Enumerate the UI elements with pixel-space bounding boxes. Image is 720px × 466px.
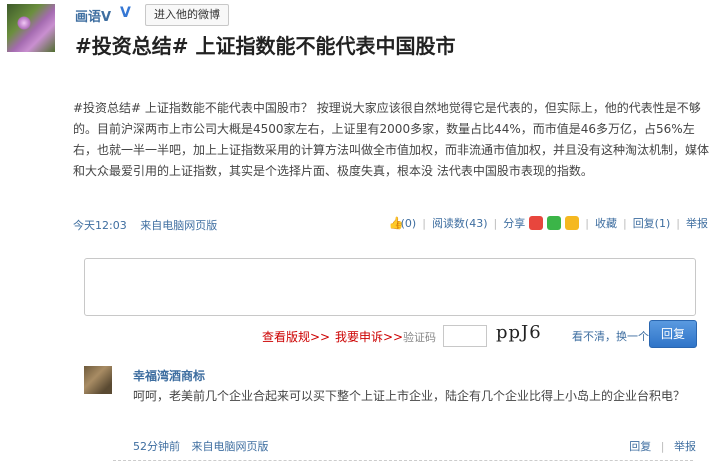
post-meta: 今天12:03 来自电脑网页版	[73, 217, 227, 233]
separator: |	[585, 216, 589, 230]
separator: |	[676, 216, 680, 230]
comment-source[interactable]: 来自电脑网页版	[192, 440, 269, 453]
share-label: 分享	[503, 217, 526, 230]
verified-v-icon: V	[120, 5, 131, 21]
post-actions: 👍 (0) | 阅读数(43) | 分享 | 收藏 | 回复(1) | 举报	[389, 215, 708, 231]
commenter-avatar[interactable]	[84, 366, 112, 394]
rules-link[interactable]: 查看版规>>	[262, 328, 330, 345]
captcha-label: 验证码	[403, 331, 436, 344]
like-icon[interactable]: 👍	[389, 217, 404, 229]
captcha-image[interactable]: ppJ6	[496, 322, 542, 343]
separator: |	[493, 216, 498, 230]
visit-weibo-button[interactable]: 进入他的微博	[145, 4, 229, 26]
comment-reply-link[interactable]: 回复	[629, 440, 651, 453]
wechat-share-icon[interactable]	[547, 216, 562, 230]
separator: |	[422, 216, 426, 230]
post-content: #投资总结# 上证指数能不能代表中国股市？ 按理说大家应该很自然地觉得它是代表的…	[73, 101, 710, 178]
comment-actions: 回复 | 举报	[629, 438, 696, 454]
captcha-input[interactable]	[443, 325, 487, 347]
comment-input[interactable]	[84, 258, 696, 316]
favorite-link[interactable]: 收藏	[595, 215, 617, 231]
separator: |	[622, 216, 627, 230]
comment-text: 呵呵，老美前几个企业合起来可以买下整个上证上市企业，陆企有几个企业比得上小岛上的…	[133, 389, 686, 403]
captcha-refresh-link[interactable]: 看不清，换一个	[572, 328, 649, 344]
weibo-share-icon[interactable]	[529, 216, 544, 230]
reply-link[interactable]: 回复(1)	[633, 215, 671, 231]
qzone-share-icon[interactable]	[565, 216, 580, 230]
comment-divider	[113, 460, 693, 461]
post-time[interactable]: 今天12:03	[73, 219, 127, 232]
comment-meta: 52分钟前 来自电脑网页版	[133, 438, 277, 454]
comment-time[interactable]: 52分钟前	[133, 440, 180, 453]
commenter-name[interactable]: 幸福湾酒商标	[133, 367, 205, 384]
read-count: 阅读数(43)	[431, 217, 488, 230]
like-count[interactable]: (0)	[401, 217, 417, 230]
author-avatar[interactable]	[7, 4, 55, 52]
post-source[interactable]: 来自电脑网页版	[140, 219, 217, 232]
appeal-link[interactable]: 我要申诉>>	[335, 328, 403, 345]
submit-reply-button[interactable]: 回复	[649, 320, 697, 348]
separator: |	[660, 440, 665, 453]
report-link[interactable]: 举报	[686, 215, 708, 231]
post-title: #投资总结# 上证指数能不能代表中国股市	[75, 34, 456, 58]
author-name[interactable]: 画语V	[75, 6, 111, 25]
comment-report-link[interactable]: 举报	[674, 440, 696, 453]
